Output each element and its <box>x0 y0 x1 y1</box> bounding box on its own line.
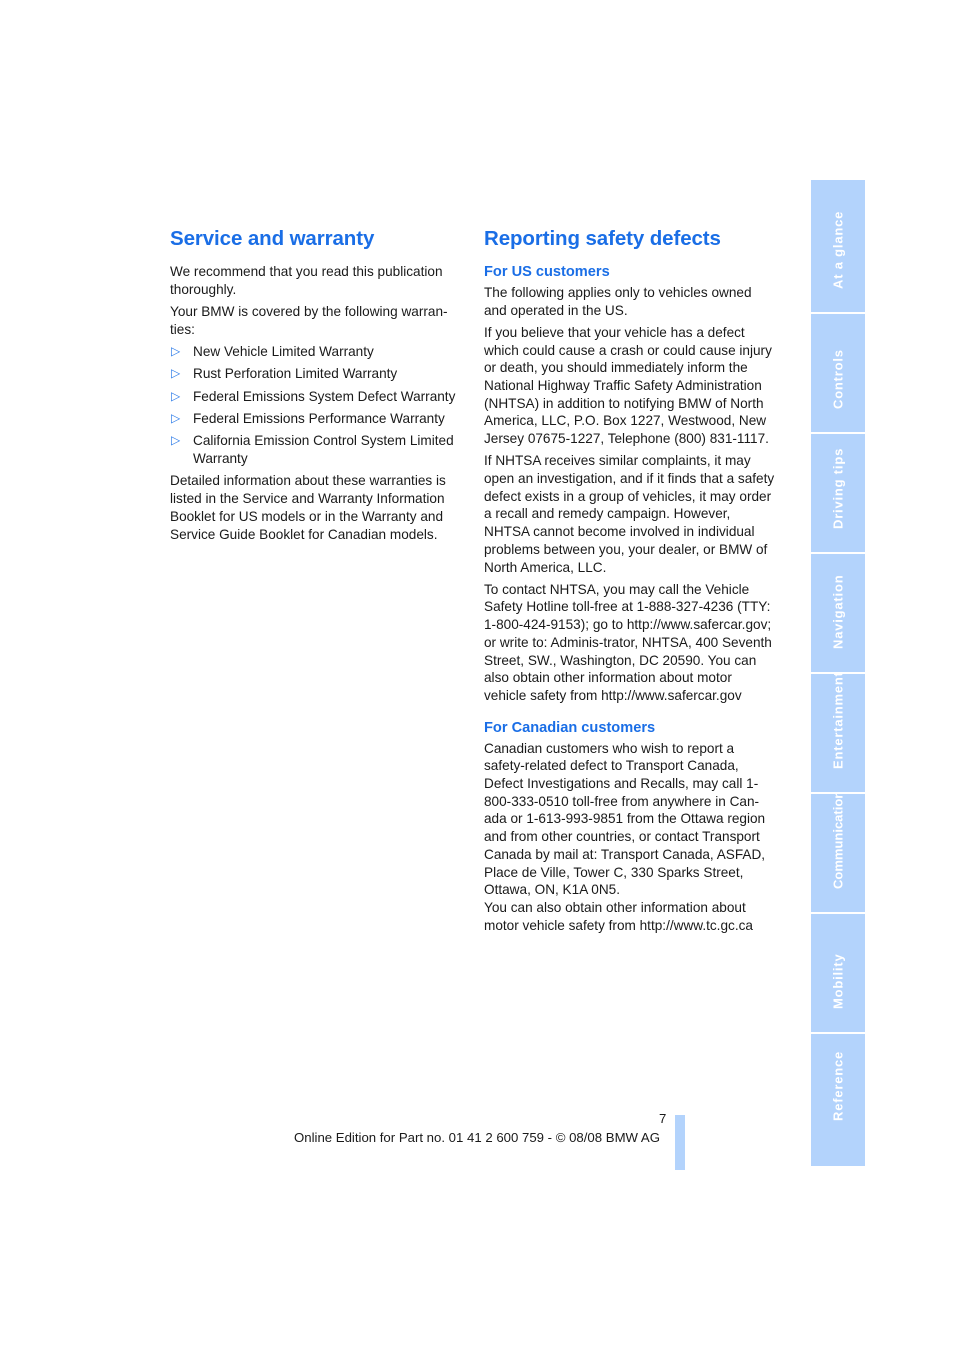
canadian-customers-heading: For Canadian customers <box>484 719 656 736</box>
triangle-bullet-icon: ▷ <box>171 410 181 425</box>
list-item-text: Federal Emissions Performance Warranty <box>193 410 445 426</box>
triangle-bullet-icon: ▷ <box>171 433 181 448</box>
tab-driving-tips[interactable]: Driving tips <box>811 434 865 552</box>
list-item-text: Federal Emissions System Defect Warranty <box>193 388 456 404</box>
paragraph: To contact NHTSA, you may call the Vehic… <box>484 581 772 703</box>
tab-label: At a glance <box>830 210 846 289</box>
section-title: Reporting safety defects <box>484 227 721 250</box>
covered-text: Your BMW is covered by the following war… <box>170 303 448 337</box>
tab-label: Entertainment <box>830 674 846 769</box>
page-number: 7 <box>659 1111 667 1126</box>
tab-label: Driving tips <box>830 447 846 529</box>
tab-at-a-glance[interactable]: At a glance <box>811 180 865 312</box>
list-item-text: California Emission Control System Limit… <box>193 433 454 467</box>
tab-label: Mobility <box>830 953 846 1009</box>
tab-navigation[interactable]: Navigation <box>811 554 865 672</box>
tab-communications[interactable]: Communications <box>811 794 865 912</box>
list-item: ▷ Federal Emissions System Defect Warrant… <box>170 388 462 406</box>
footer-edition: Online Edition for Part no. 01 41 2 600 … <box>294 1130 660 1145</box>
tab-reference[interactable]: Reference <box>811 1034 865 1166</box>
list-item: ▷ Federal Emissions Performance Warranty <box>170 410 462 428</box>
page-marker <box>675 1115 685 1170</box>
triangle-bullet-icon: ▷ <box>171 388 181 403</box>
tab-mobility[interactable]: Mobility <box>811 914 865 1032</box>
tab-label: Controls <box>830 349 846 409</box>
list-item: ▷ California Emission Control System Limi… <box>170 432 462 467</box>
details-text: Detailed information about these warrant… <box>170 473 446 542</box>
tab-entertainment[interactable]: Entertainment <box>811 674 865 792</box>
tab-controls[interactable]: Controls <box>811 314 865 432</box>
paragraph: Canadian customers who wish to report a … <box>484 740 766 898</box>
chapter-tabs: At a glance Controls Driving tips Naviga… <box>811 180 865 1166</box>
safety-defects-section: Reporting safety defects For US customer… <box>484 226 776 939</box>
section-title: Service and warranty <box>170 227 375 250</box>
list-item-text: Rust Perforation Limited Warranty <box>193 366 398 382</box>
list-item: ▷ New Vehicle Limited Warranty <box>170 343 462 361</box>
intro-text: We recommend that you read this publicat… <box>170 264 443 297</box>
triangle-bullet-icon: ▷ <box>171 343 181 358</box>
list-item: ▷ Rust Perforation Limited Warranty <box>170 365 462 383</box>
tab-label: Navigation <box>830 574 846 649</box>
list-item-text: New Vehicle Limited Warranty <box>193 343 374 359</box>
paragraph: The following applies only to vehicles o… <box>484 285 752 318</box>
service-warranty-section: Service and warranty We recommend that y… <box>170 226 462 548</box>
paragraph: If you believe that your vehicle has a d… <box>484 324 772 447</box>
warranty-list: ▷ New Vehicle Limited Warranty ▷ Rust Perf… <box>170 343 462 468</box>
paragraph: You can also obtain other information ab… <box>484 900 753 933</box>
tab-label: Communications <box>830 794 846 889</box>
triangle-bullet-icon: ▷ <box>171 366 181 381</box>
paragraph: If NHTSA receives similar complaints, it… <box>484 453 775 575</box>
tab-label: Reference <box>830 1050 846 1121</box>
us-customers-heading: For US customers <box>484 264 610 280</box>
